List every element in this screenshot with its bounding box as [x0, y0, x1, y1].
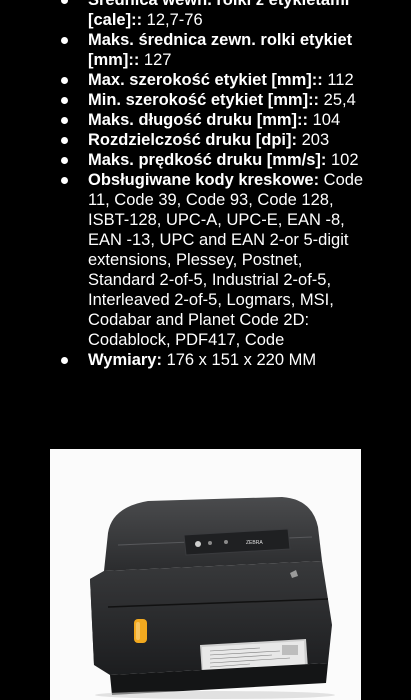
- spec-item-print-speed: Maks. prędkość druku [mm/s]: 102: [0, 150, 411, 170]
- spec-item-max-label-width: Max. szerokość etykiet [mm]:: 112: [0, 70, 411, 90]
- spec-label: Obsługiwane kody kreskowe:: [88, 171, 320, 189]
- brand-text: ZEBRA: [246, 540, 263, 546]
- spec-item-min-label-width: Min. szerokość etykiet [mm]:: 25,4: [0, 90, 411, 110]
- spec-item-dimensions: Wymiary: 176 x 151 x 220 MM: [0, 350, 411, 370]
- spec-item-roll-outer-diameter: Maks. średnica zewn. rolki etykiet [mm]:…: [0, 30, 411, 70]
- spec-value: 104: [308, 111, 341, 129]
- spec-label: Wymiary:: [88, 351, 162, 369]
- bullet-icon: [61, 0, 68, 4]
- spec-item-print-resolution: Rozdzielczość druku [dpi]: 203: [0, 130, 411, 150]
- bullet-icon: [61, 77, 68, 84]
- spec-value: 25,4: [319, 91, 356, 109]
- spec-label: Min. szerokość etykiet [mm]::: [88, 91, 320, 109]
- spec-value: 112: [322, 71, 354, 89]
- bullet-icon: [61, 177, 68, 184]
- bullet-icon: [61, 357, 68, 364]
- spec-label: Maks. średnica zewn. rolki etykiet [mm]:…: [88, 31, 353, 69]
- spec-label: Max. szerokość etykiet [mm]::: [88, 71, 323, 89]
- spec-value: 176 x 151 x 220 MM: [161, 351, 317, 369]
- bullet-icon: [61, 117, 68, 124]
- spec-label: Maks. długość druku [mm]::: [88, 111, 309, 129]
- spec-list: Średnica wewn. rolki z etykietami [cale]…: [0, 0, 411, 370]
- spec-value: 127: [139, 51, 172, 69]
- bullet-icon: [61, 37, 68, 44]
- spec-value: Code 11, Code 39, Code 93, Code 128, ISB…: [88, 171, 364, 349]
- spec-label: Średnica wewn. rolki z etykietami [cale]…: [88, 0, 350, 29]
- spec-item-roll-inner-diameter: Średnica wewn. rolki z etykietami [cale]…: [0, 0, 411, 30]
- bullet-icon: [61, 157, 68, 164]
- label-printer-photo-icon: ZEBRA: [90, 497, 335, 699]
- spec-label: Maks. prędkość druku [mm/s]:: [88, 151, 327, 169]
- spec-item-barcodes: Obsługiwane kody kreskowe: Code 11, Code…: [0, 170, 411, 350]
- product-photo: ZEBRA: [50, 449, 361, 700]
- spec-value: 12,7-76: [142, 11, 203, 29]
- bullet-icon: [61, 137, 68, 144]
- spec-item-max-print-length: Maks. długość druku [mm]:: 104: [0, 110, 411, 130]
- spec-value: 102: [326, 151, 359, 169]
- bullet-icon: [61, 97, 68, 104]
- spec-value: 203: [297, 131, 330, 149]
- spec-label: Rozdzielczość druku [dpi]:: [88, 131, 298, 149]
